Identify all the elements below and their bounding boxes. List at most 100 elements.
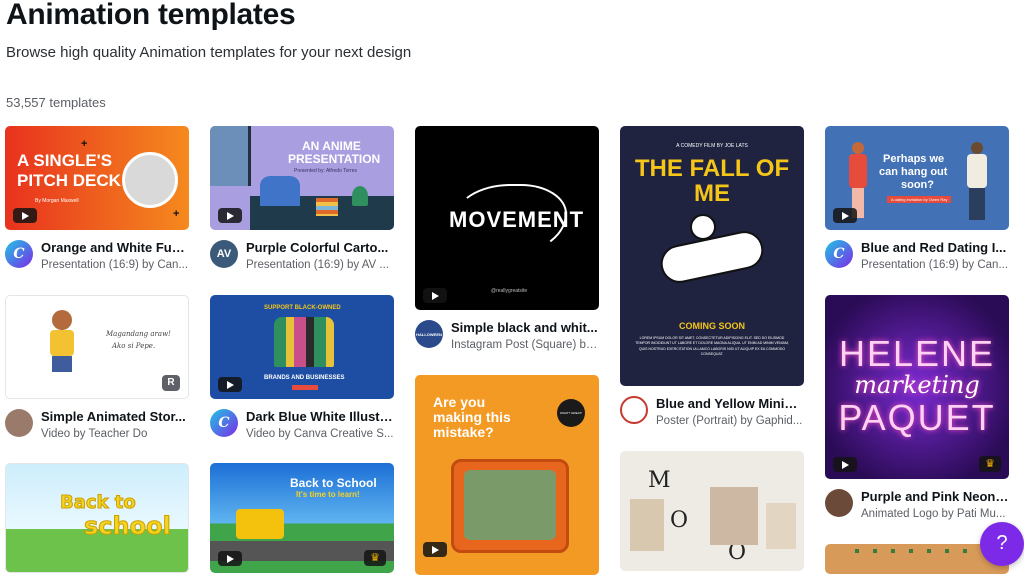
photo-tile bbox=[630, 499, 664, 551]
help-button[interactable]: ? bbox=[980, 522, 1024, 566]
crown-icon: ♛ bbox=[364, 550, 386, 566]
template-thumbnail[interactable]: SUPPORT BLACK-OWNED BRANDS AND BUSINESSE… bbox=[210, 295, 394, 399]
canva-avatar: C bbox=[210, 409, 238, 437]
thumb-title-line: MOVEMENT bbox=[449, 207, 585, 232]
page-title: Animation templates bbox=[6, 0, 296, 31]
template-card-blue-yellow-minimal[interactable]: A COMEDY FILM BY JOE LATS THE FALL OF ME… bbox=[620, 126, 804, 432]
canva-avatar: C bbox=[825, 240, 853, 268]
play-icon[interactable] bbox=[423, 288, 447, 303]
thumb-line: Are you bbox=[433, 394, 486, 410]
plant-graphic bbox=[352, 186, 368, 206]
thumb-script-line: marketing bbox=[854, 371, 980, 399]
template-card-back-to-school-bus[interactable]: Back to School It's time to learn! ♛ bbox=[210, 463, 394, 573]
template-thumbnail[interactable]: Are you making this mistake? WHAT? GREAT… bbox=[415, 375, 599, 575]
template-name[interactable]: Blue and Red Dating I... bbox=[861, 240, 1009, 255]
thumb-title-line: PITCH DECK bbox=[17, 171, 121, 190]
play-icon[interactable] bbox=[423, 542, 447, 557]
template-name[interactable]: Simple Animated Stor... bbox=[41, 409, 189, 424]
template-thumbnail[interactable]: A SINGLE'S PITCH DECK By Morgan Maxwell … bbox=[5, 126, 189, 230]
template-name[interactable]: Simple black and whit... bbox=[451, 320, 599, 335]
template-author: Poster (Portrait) by Gaphid... bbox=[656, 415, 803, 427]
template-thumbnail[interactable]: Perhaps we can hang out soon? A dating i… bbox=[825, 126, 1009, 230]
thumb-title-line: PAQUET bbox=[838, 397, 996, 438]
template-thumbnail[interactable]: M O O bbox=[620, 451, 804, 571]
play-icon[interactable] bbox=[218, 377, 242, 392]
template-thumbnail[interactable]: MOVEMENT @reallygreatsite bbox=[415, 126, 599, 310]
thumb-line: SUPPORT BLACK-OWNED bbox=[264, 305, 341, 311]
template-author: Instagram Post (Square) by... bbox=[451, 339, 599, 351]
thumb-coming-soon: COMING SOON bbox=[678, 321, 745, 331]
thumb-letter: O bbox=[670, 508, 689, 533]
template-thumbnail[interactable]: Back to school bbox=[5, 463, 189, 573]
template-thumbnail[interactable]: Back to School It's time to learn! ♛ bbox=[210, 463, 394, 573]
photo-tile bbox=[766, 503, 796, 549]
canva-avatar: C bbox=[5, 240, 33, 268]
template-card-moodboard[interactable]: M O O bbox=[620, 451, 804, 571]
thumb-line: BRANDS AND BUSINESSES bbox=[264, 375, 345, 381]
play-icon[interactable] bbox=[833, 457, 857, 472]
template-card-orange-white[interactable]: A SINGLE'S PITCH DECK By Morgan Maxwell … bbox=[5, 126, 189, 276]
template-card-purple-pink-neon[interactable]: HELENE marketing PAQUET ♛ Purple and Pin… bbox=[825, 295, 1009, 527]
template-card-simple-animated-story[interactable]: Magandang araw! Ako si Pepe. R Simple An… bbox=[5, 295, 189, 445]
thumb-title-line: HELENE bbox=[838, 333, 996, 374]
template-author: Presentation (16:9) by Can... bbox=[41, 259, 189, 271]
author-avatar: HALLOWEEN bbox=[415, 320, 443, 348]
thumb-line: Back to School bbox=[290, 476, 377, 490]
character-graphic bbox=[260, 176, 300, 206]
badge-r: R bbox=[162, 375, 180, 391]
template-name[interactable]: Purple and Pink Neon ... bbox=[861, 489, 1009, 504]
thumb-line: Ako si Pepe. bbox=[112, 342, 156, 350]
template-name[interactable]: Purple Colorful Carto... bbox=[246, 240, 394, 255]
thumb-title-line: AN ANIME bbox=[302, 139, 361, 153]
thumb-line: can hang out bbox=[879, 166, 948, 178]
thumb-line: school bbox=[84, 512, 172, 540]
thumb-line: Magandang araw! bbox=[106, 330, 171, 338]
author-avatar bbox=[620, 396, 648, 424]
template-author: Video by Teacher Do bbox=[41, 428, 148, 440]
thumb-line: soon? bbox=[901, 179, 934, 191]
photo-tile bbox=[710, 487, 758, 545]
round-sticker: WHAT? GREAT! NOW bbox=[557, 399, 585, 427]
portrait-photo bbox=[122, 152, 178, 208]
template-thumbnail[interactable]: Magandang araw! Ako si Pepe. R bbox=[5, 295, 189, 399]
template-card-purple-colorful-cartoon[interactable]: AN ANIME PRESENTATION Presented by: Alfr… bbox=[210, 126, 394, 276]
author-avatar bbox=[5, 409, 33, 437]
thumb-title-line: THE FALL OF ME bbox=[634, 155, 790, 208]
people-graphic bbox=[274, 317, 334, 367]
play-icon[interactable] bbox=[218, 208, 242, 223]
plus-icon: + bbox=[173, 208, 180, 220]
thumb-top-text: A COMEDY FILM BY JOE LATS bbox=[676, 143, 748, 149]
play-icon[interactable] bbox=[218, 551, 242, 566]
thumb-body-text: LOREM IPSUM DOLOR SIT AMET, CONSECTETUR … bbox=[635, 336, 789, 356]
template-thumbnail[interactable]: AN ANIME PRESENTATION Presented by: Alfr… bbox=[210, 126, 394, 230]
crown-icon: ♛ bbox=[979, 456, 1001, 472]
template-name[interactable]: Blue and Yellow Minim... bbox=[656, 396, 804, 411]
template-card-blue-red-dating[interactable]: Perhaps we can hang out soon? A dating i… bbox=[825, 126, 1009, 276]
template-thumbnail[interactable]: A COMEDY FILM BY JOE LATS THE FALL OF ME… bbox=[620, 126, 804, 386]
boy-illustration bbox=[44, 310, 78, 380]
plus-icon: + bbox=[81, 138, 88, 150]
template-card-back-to-school[interactable]: Back to school bbox=[5, 463, 189, 573]
template-name[interactable]: Dark Blue White Illustr... bbox=[246, 409, 394, 424]
template-card-dark-blue-white[interactable]: SUPPORT BLACK-OWNED BRANDS AND BUSINESSE… bbox=[210, 295, 394, 445]
thumb-caption: By Morgan Maxwell bbox=[35, 198, 79, 204]
thumb-title-line: A SINGLE'S bbox=[17, 151, 113, 170]
thumb-caption: @reallygreatsite bbox=[491, 288, 528, 294]
books-graphic bbox=[316, 198, 338, 216]
play-icon[interactable] bbox=[13, 208, 37, 223]
template-card-are-you-making[interactable]: Are you making this mistake? WHAT? GREAT… bbox=[415, 375, 599, 575]
play-icon[interactable] bbox=[833, 208, 857, 223]
bus-graphic bbox=[236, 509, 284, 539]
falling-figure bbox=[650, 208, 770, 308]
template-card-simple-black-white[interactable]: MOVEMENT @reallygreatsite HALLOWEEN Simp… bbox=[415, 126, 599, 358]
template-count: 53,557 templates bbox=[6, 95, 106, 110]
author-avatar bbox=[825, 489, 853, 517]
thumb-line: mistake? bbox=[433, 424, 494, 440]
template-thumbnail[interactable]: HELENE marketing PAQUET ♛ bbox=[825, 295, 1009, 479]
red-tag bbox=[292, 385, 318, 390]
window-graphic bbox=[210, 126, 251, 186]
template-name[interactable]: Orange and White Fun... bbox=[41, 240, 189, 255]
template-author: Video by Canva Creative S... bbox=[246, 428, 394, 440]
thumb-letter: M bbox=[648, 468, 671, 493]
man-graphic bbox=[965, 142, 989, 224]
